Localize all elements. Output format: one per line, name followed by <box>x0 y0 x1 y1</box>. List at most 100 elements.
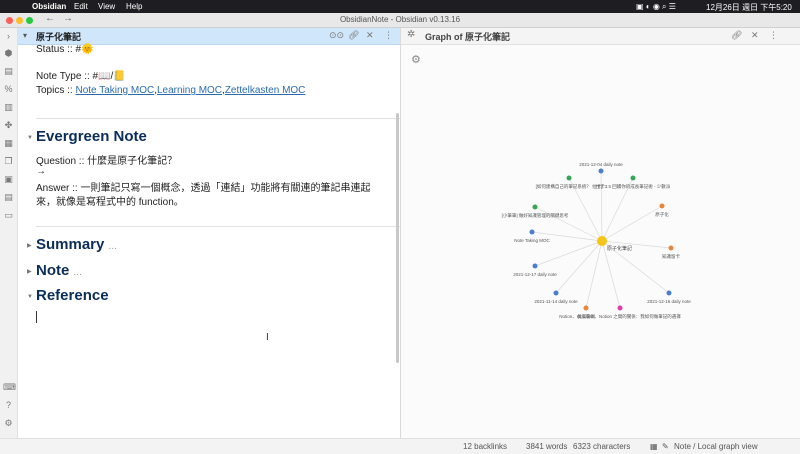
graph-node-label: 2021-12-17 daily note <box>513 272 557 277</box>
graph-node-label: 原子化 <box>655 211 669 218</box>
menubar-status-icons: ▣ ◐ ◉ ⌕ ☰ <box>636 2 676 11</box>
heading-summary-label: Summary <box>36 236 105 253</box>
calendar-status-icon[interactable]: ▦ <box>650 442 658 451</box>
note-type-line: Note Type :: #📖/📒 <box>36 71 126 82</box>
graph-node[interactable] <box>630 175 636 181</box>
graph-node[interactable] <box>668 245 674 251</box>
graph-node-label: 知識留卡 <box>662 253 680 260</box>
graph-node-label: [如何建構自己的筆記系統？ 拉卡] <box>536 183 603 190</box>
close-pane-icon[interactable]: ✕ <box>366 30 374 41</box>
graph-node-label: Notion、Obsidian、Notion 之間的關係：我如何做筆記的選擇 <box>559 313 681 320</box>
fold-right-icon[interactable]: ▶ <box>27 242 32 249</box>
fold-down-icon[interactable]: ▼ <box>27 135 33 141</box>
graph-center-label: 原子化筆記 <box>607 245 632 252</box>
editor-scrollbar[interactable] <box>396 113 399 363</box>
settings-icon[interactable]: ⚙ <box>3 418 14 429</box>
link-icon[interactable]: 🔗︎ <box>348 30 359 41</box>
topics-label: Topics :: <box>36 85 73 96</box>
graph-icon: ✲ <box>407 29 416 40</box>
heading-summary[interactable]: Summary ... <box>36 236 117 253</box>
graph-node-label: 2021-12-16 daily note <box>647 299 691 304</box>
text-cursor <box>36 311 37 323</box>
topic-link-zettelkasten[interactable]: Zettelkasten MOC <box>225 85 306 96</box>
heading-note-label: Note <box>36 262 70 279</box>
graph-node[interactable] <box>583 305 589 311</box>
graph-node[interactable] <box>532 204 538 210</box>
menu-app-name[interactable]: Obsidian <box>32 2 66 11</box>
topic-link-note-taking[interactable]: Note Taking MOC <box>75 85 154 96</box>
document-icon[interactable]: ▥ <box>3 102 14 113</box>
graph-node[interactable] <box>659 203 665 209</box>
graph-icon[interactable]: ⬢ <box>3 48 14 59</box>
graph-node-label: 拉卡3.5 回饋你的成長筆記術 - 少數派 <box>596 183 671 190</box>
close-pane-icon[interactable]: ✕ <box>751 30 759 41</box>
more-options-icon[interactable]: ⋮ <box>384 30 393 41</box>
slides-icon[interactable]: ▭ <box>3 210 14 221</box>
collapsed-indicator[interactable]: ... <box>109 241 117 252</box>
note-editor[interactable]: Status :: #🌞 Note Type :: #📖/📒 Topics ::… <box>18 44 402 438</box>
word-count: 3841 words <box>526 442 568 451</box>
template-icon[interactable]: ▤ <box>3 192 14 203</box>
topic-link-learning[interactable]: Learning MOC <box>157 85 222 96</box>
graph-node[interactable] <box>553 290 559 296</box>
graph-pane-title[interactable]: Graph of 原子化筆記 <box>425 30 510 43</box>
graph-node[interactable] <box>529 229 535 235</box>
graph-node[interactable] <box>617 305 623 311</box>
expand-sidebar-icon[interactable]: › <box>3 31 14 42</box>
graph-node[interactable] <box>532 263 538 269</box>
left-ribbon: › ⬢ ▤ % ▥ ✤ ▦ ❐ ▣ ▤ ▭ ⌨ ? ⚙ <box>0 28 18 453</box>
calendar-icon[interactable]: ▦ <box>3 138 14 149</box>
link-icon[interactable]: 🔗︎ <box>731 30 742 41</box>
graph-center-node[interactable] <box>597 236 607 246</box>
copy-icon[interactable]: ❐ <box>3 156 14 167</box>
sync-status-icon[interactable]: ✎ <box>662 442 669 451</box>
fold-down-icon[interactable]: ▼ <box>27 294 33 300</box>
graph-canvas[interactable]: 2021-12-04 daily note [如何建構自己的筆記系統？ 拉卡]拉卡… <box>401 45 800 438</box>
chevron-down-icon[interactable]: ▾ <box>23 31 27 40</box>
answer-line-1: Answer :: 一則筆記只寫一個概念，透過「連結」功能將有關連的筆記串連起 <box>36 183 371 194</box>
character-count: 6323 characters <box>573 442 631 451</box>
graph-edge <box>585 240 603 309</box>
graph-pane-header: ✲ Graph of 原子化筆記 🔗︎ ✕ ⋮ <box>401 28 800 45</box>
more-options-icon[interactable]: ⋮ <box>769 30 778 41</box>
file-icon[interactable]: ▤ <box>3 66 14 77</box>
graph-node-label: Note Taking MOC <box>514 238 550 243</box>
backlinks-count[interactable]: 12 backlinks <box>463 442 507 451</box>
note-pane-title[interactable]: 原子化筆記 <box>36 30 81 43</box>
percent-icon[interactable]: % <box>3 84 14 95</box>
mac-menubar: Obsidian Edit View Help ▣ ◐ ◉ ⌕ ☰ 12月26日… <box>0 0 800 13</box>
graph-node-label: 2021-12-04 daily note <box>579 162 623 167</box>
window-title: ObsidianNote - Obsidian v0.13.16 <box>339 15 461 24</box>
terminal-icon[interactable]: ▣ <box>3 174 14 185</box>
fold-right-icon[interactable]: ▶ <box>27 268 32 275</box>
menubar-clock: 12月26日 週日 下午5:20 <box>706 3 792 12</box>
puzzle-icon[interactable]: ✤ <box>3 120 14 131</box>
arrow-line: → <box>36 166 46 177</box>
menu-view[interactable]: View <box>98 2 115 11</box>
help-icon[interactable]: ? <box>3 400 14 411</box>
heading-evergreen-note[interactable]: Evergreen Note <box>36 128 147 145</box>
view-mode: Note / Local graph view <box>674 442 758 451</box>
graph-edge <box>600 170 603 242</box>
heading-note[interactable]: Note ... <box>36 262 82 279</box>
glasses-preview-icon[interactable]: ⊙⊙ <box>329 30 344 41</box>
heading-reference[interactable]: Reference <box>36 287 109 304</box>
collapsed-indicator[interactable]: ... <box>74 267 82 278</box>
keyboard-icon[interactable]: ⌨ <box>3 382 16 393</box>
graph-node[interactable] <box>566 175 572 181</box>
menu-help[interactable]: Help <box>126 2 142 11</box>
divider <box>36 118 402 119</box>
question-line: Question :: 什麼是原子化筆記？ <box>36 156 178 167</box>
graph-node-label: 2021-11-14 daily note <box>534 299 578 304</box>
divider <box>36 226 402 227</box>
graph-edge <box>555 240 603 294</box>
answer-line-2: 來，就像是寫程式中的 function。 <box>36 197 184 208</box>
mouse-ibeam-cursor: I <box>266 332 269 343</box>
graph-node[interactable] <box>598 168 604 174</box>
local-graph-view[interactable]: ⚙ 2021-12-04 daily note [如何建構自己的筆記系統？ 拉卡]… <box>401 45 800 438</box>
window-titlebar: ← → ObsidianNote - Obsidian v0.13.16 <box>0 13 800 28</box>
menu-edit[interactable]: Edit <box>74 2 88 11</box>
graph-node[interactable] <box>666 290 672 296</box>
status-line: Status :: #🌞 <box>36 44 94 55</box>
status-bar: 12 backlinks 3841 words 6323 characters … <box>0 438 800 454</box>
